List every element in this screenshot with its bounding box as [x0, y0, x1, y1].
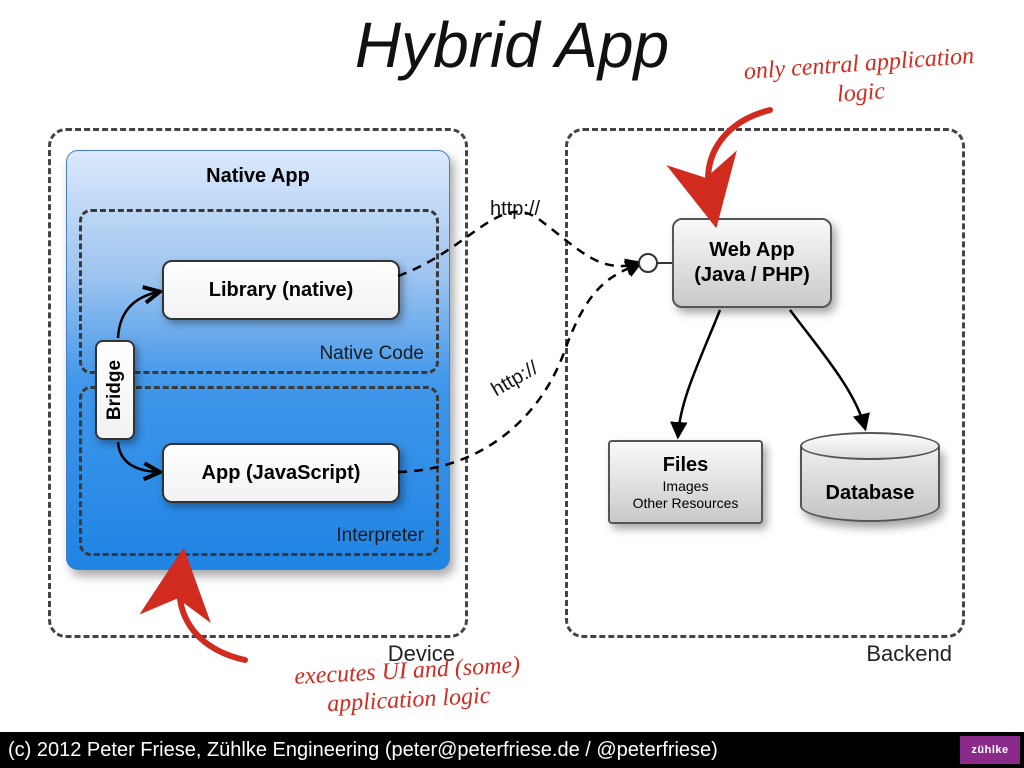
app-javascript-block: App (JavaScript)	[162, 443, 400, 503]
http-label-1: http://	[490, 198, 540, 221]
webapp-line2: (Java / PHP)	[694, 263, 810, 288]
files-sub2: Other Resources	[633, 495, 739, 512]
native-app-title: Native App	[67, 165, 449, 188]
http-label-2: http://	[488, 357, 543, 402]
library-native-block: Library (native)	[162, 260, 400, 320]
web-app-block: Web App (Java / PHP)	[672, 218, 832, 308]
bridge-block: Bridge	[95, 340, 135, 440]
database-label: Database	[800, 482, 940, 505]
backend-container: Backend	[565, 128, 965, 638]
backend-label: Backend	[866, 641, 952, 667]
zuhlke-logo: zühlke	[960, 736, 1020, 764]
files-sub1: Images	[663, 478, 709, 495]
files-title: Files	[663, 453, 709, 478]
bridge-label: Bridge	[104, 360, 126, 420]
footer-copyright: (c) 2012 Peter Friese, Zühlke Engineerin…	[0, 732, 1024, 768]
files-block: Files Images Other Resources	[608, 440, 763, 524]
database-block: Database	[800, 432, 940, 532]
webapp-line1: Web App	[709, 238, 795, 263]
annotation-bottom: executes UI and (some) application logic	[237, 648, 580, 723]
database-top-ellipse	[800, 432, 940, 460]
native-code-label: Native Code	[319, 343, 424, 365]
interpreter-label: Interpreter	[336, 525, 424, 547]
